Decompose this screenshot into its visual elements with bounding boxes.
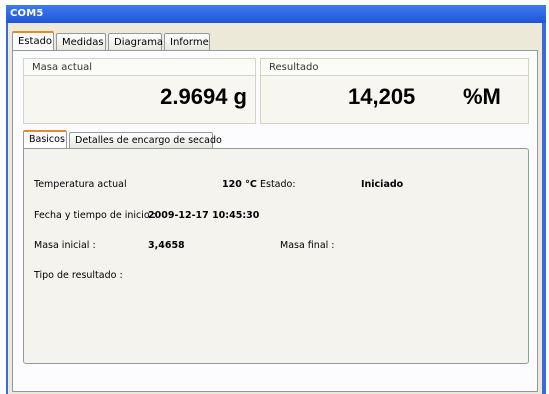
resultado-unit: %M	[463, 84, 501, 109]
resultado-value: 14,205	[348, 84, 416, 109]
masa-inicial-value: 3,4658	[148, 240, 185, 251]
estado-label: Estado:	[260, 179, 296, 190]
tab-diagrama[interactable]: Diagrama	[108, 33, 164, 50]
basicos-panel: Temperatura actual 120 °C Estado: Inicia…	[23, 148, 529, 364]
tab-estado-label: Estado	[18, 36, 53, 47]
temperatura-value: 120 °C	[222, 179, 257, 190]
tab-basicos-label: Basicos	[29, 134, 65, 145]
tab-medidas[interactable]: Medidas	[56, 33, 106, 50]
window-title: COM5	[10, 8, 44, 19]
masa-actual-label: Masa actual	[24, 59, 255, 76]
tab-detalles-encargo[interactable]: Detalles de encargo de secado	[69, 132, 222, 148]
estado-value: Iniciado	[361, 179, 404, 190]
tab-estado[interactable]: Estado	[12, 31, 54, 50]
client-area: Estado Medidas Diagrama Informe Masa act…	[8, 23, 542, 394]
masa-inicial-label: Masa inicial :	[34, 240, 96, 251]
fecha-inicio-value: 2009-12-17 10:45:30	[148, 210, 260, 221]
tab-diagrama-label: Diagrama	[114, 37, 164, 48]
resultado-group: Resultado 14,205 %M	[260, 58, 529, 124]
temperatura-label: Temperatura actual	[34, 179, 127, 190]
tab-medidas-label: Medidas	[62, 37, 104, 48]
estado-panel: Masa actual 2.9694 g Resultado 14,205 %M…	[12, 50, 538, 392]
tipo-resultado-label: Tipo de resultado :	[34, 270, 123, 281]
tab-basicos[interactable]: Basicos	[23, 130, 67, 148]
tab-detalles-label: Detalles de encargo de secado	[75, 135, 222, 146]
tab-informe-label: Informe	[170, 37, 209, 48]
masa-actual-value: 2.9694 g	[160, 84, 247, 109]
app-window: COM5 Estado Medidas Diagrama Informe Mas…	[6, 5, 546, 394]
masa-actual-group: Masa actual 2.9694 g	[23, 58, 256, 124]
resultado-label: Resultado	[261, 59, 528, 76]
masa-final-label: Masa final :	[280, 240, 335, 251]
fecha-inicio-label: Fecha y tiempo de inicio :	[34, 210, 156, 221]
tab-informe[interactable]: Informe	[164, 33, 210, 50]
title-bar[interactable]: COM5	[6, 5, 546, 23]
